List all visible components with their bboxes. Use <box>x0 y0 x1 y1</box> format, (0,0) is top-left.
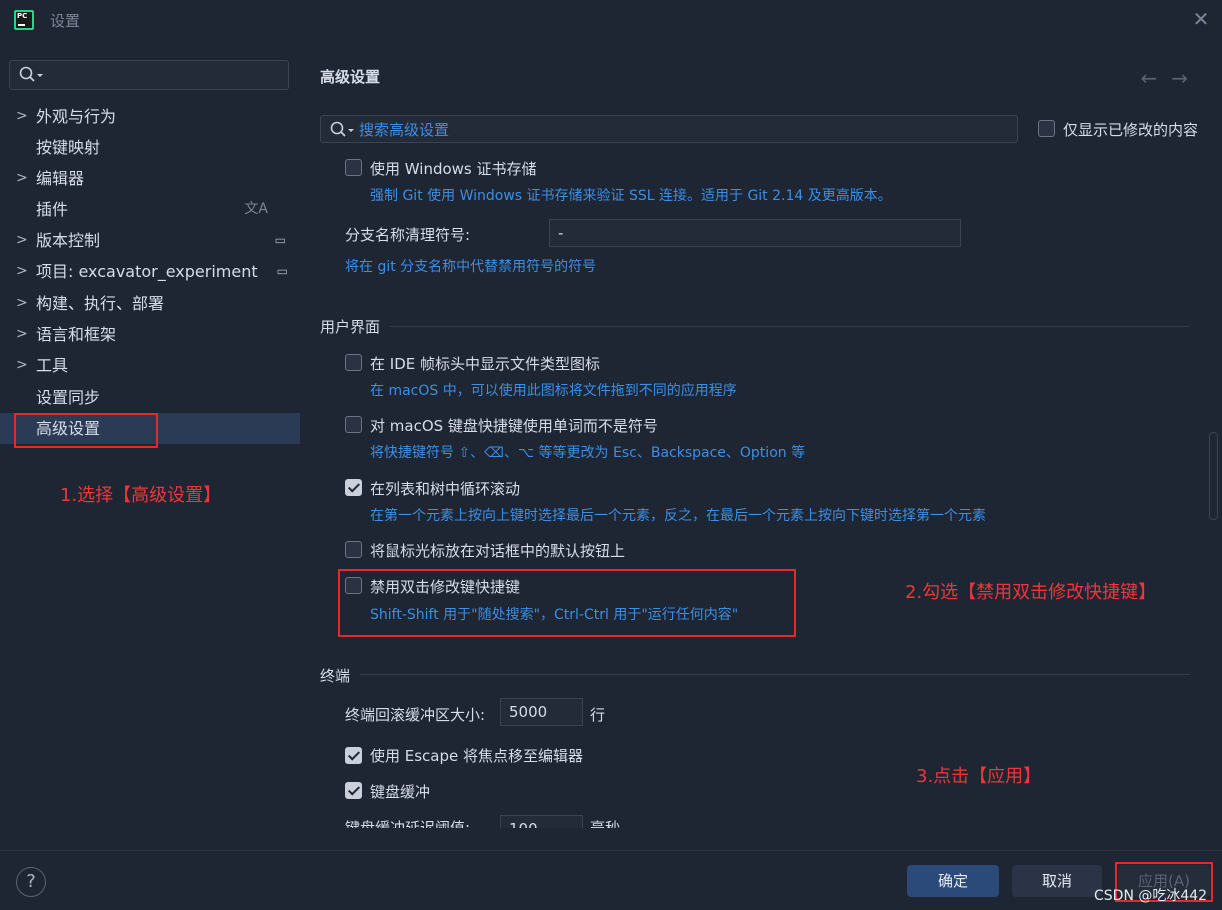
window-title: 设置 <box>50 12 81 30</box>
mouse-default-button-checkbox[interactable] <box>345 541 362 558</box>
chevron-right-icon: > <box>16 170 28 186</box>
file-type-icon-label: 在 IDE 帧标头中显示文件类型图标 <box>370 355 600 373</box>
scrollbar[interactable] <box>1209 432 1218 520</box>
keyboard-buffer-label: 键盘缓冲 <box>370 783 431 801</box>
terminal-buffer-unit: 行 <box>590 706 606 724</box>
sidebar-item-settings-sync[interactable]: 设置同步 <box>0 382 300 413</box>
keyboard-delay-label: 键盘缓冲延迟阈值: <box>345 819 471 828</box>
settings-content: 高级设置 ←→ 搜索高级设置 仅显示已修改的内容 使用 Windows 证书存储… <box>300 42 1222 850</box>
annotation-step2: 2.勾选【禁用双击修改快捷键】 <box>905 582 1157 603</box>
branch-cleanup-desc: 将在 git 分支名称中代替禁用符号的符号 <box>345 259 597 275</box>
sidebar-item-project[interactable]: > 项目: excavator_experiment ▭ <box>0 256 300 287</box>
keyboard-delay-input[interactable]: 100 <box>500 815 583 828</box>
sidebar-item-keymap[interactable]: 按键映射 <box>0 132 300 163</box>
chevron-right-icon: > <box>16 357 28 373</box>
section-title-ui: 用户界面 <box>320 318 381 336</box>
sidebar-item-editor[interactable]: > 编辑器 <box>0 163 300 194</box>
keyboard-buffer-checkbox[interactable] <box>345 782 362 799</box>
annotation-step1: 1.选择【高级设置】 <box>60 485 222 506</box>
terminal-buffer-input[interactable]: 5000 <box>500 698 583 726</box>
windows-cert-checkbox[interactable] <box>345 159 362 176</box>
section-title-terminal: 终端 <box>320 667 351 685</box>
chevron-right-icon: > <box>16 232 28 248</box>
pycharm-app-icon: PC <box>14 10 34 30</box>
dialog-footer: ? 确定 取消 应用(A) CSDN @吃冰442 <box>0 850 1222 910</box>
search-icon <box>330 121 354 137</box>
history-nav: ←→ <box>1140 66 1202 90</box>
macos-words-checkbox[interactable] <box>345 416 362 433</box>
file-type-icon-checkbox[interactable] <box>345 354 362 371</box>
back-arrow-icon[interactable]: ← <box>1140 66 1171 90</box>
sidebar-item-vcs[interactable]: > 版本控制 ▭ <box>0 225 300 256</box>
watermark: CSDN @吃冰442 <box>1094 888 1208 904</box>
escape-focus-checkbox[interactable] <box>345 747 362 764</box>
sidebar-item-tools[interactable]: > 工具 <box>0 350 300 381</box>
macos-words-label: 对 macOS 键盘快捷键使用单词而不是符号 <box>370 417 658 435</box>
page-title: 高级设置 <box>320 68 381 86</box>
section-divider <box>360 674 1190 675</box>
windows-cert-desc: 强制 Git 使用 Windows 证书存储来验证 SSL 连接。适用于 Git… <box>370 188 892 204</box>
mouse-default-button-label: 将鼠标光标放在对话框中的默认按钮上 <box>370 542 626 560</box>
translate-icon: 文A <box>244 201 268 217</box>
chevron-right-icon: > <box>16 263 28 279</box>
cyclic-scroll-desc: 在第一个元素上按向上键时选择最后一个元素，反之，在最后一个元素上按向下键时选择第… <box>370 508 986 524</box>
file-type-icon-desc: 在 macOS 中，可以使用此图标将文件拖到不同的应用程序 <box>370 383 737 399</box>
sidebar-item-build[interactable]: > 构建、执行、部署 <box>0 288 300 319</box>
chevron-right-icon: > <box>16 108 28 124</box>
project-level-icon: ▭ <box>276 264 288 278</box>
branch-cleanup-label: 分支名称清理符号: <box>345 226 471 244</box>
sidebar-item-plugins[interactable]: 插件 文A <box>0 194 300 225</box>
windows-cert-label: 使用 Windows 证书存储 <box>370 160 537 178</box>
search-icon <box>19 66 43 82</box>
annotation-box-advanced-settings <box>14 413 158 448</box>
escape-focus-label: 使用 Escape 将焦点移至编辑器 <box>370 747 584 765</box>
sidebar-search-input[interactable] <box>9 60 289 90</box>
search-placeholder: 搜索高级设置 <box>359 121 450 139</box>
section-divider <box>390 326 1190 327</box>
chevron-right-icon: > <box>16 295 28 311</box>
terminal-buffer-label: 终端回滚缓冲区大小: <box>345 706 486 724</box>
help-button[interactable]: ? <box>16 867 46 897</box>
forward-arrow-icon[interactable]: → <box>1171 66 1202 90</box>
modified-only-checkbox[interactable] <box>1038 120 1055 137</box>
cancel-button[interactable]: 取消 <box>1012 865 1102 897</box>
cyclic-scroll-checkbox[interactable] <box>345 479 362 496</box>
modified-only-label: 仅显示已修改的内容 <box>1063 121 1199 139</box>
branch-cleanup-input[interactable]: - <box>549 219 961 247</box>
advanced-settings-search-input[interactable]: 搜索高级设置 <box>320 115 1018 143</box>
close-icon[interactable]: ✕ <box>1190 8 1212 30</box>
clipped-row: 键盘缓冲延迟阈值: 100 毫秒 <box>300 810 1222 828</box>
sidebar-item-appearance[interactable]: > 外观与行为 <box>0 101 300 132</box>
ok-button[interactable]: 确定 <box>907 865 999 897</box>
annotation-box-disable-double-modifier <box>338 569 796 637</box>
cyclic-scroll-label: 在列表和树中循环滚动 <box>370 480 521 498</box>
project-level-icon: ▭ <box>274 233 286 247</box>
annotation-step3: 3.点击【应用】 <box>916 766 1042 787</box>
sidebar-item-languages[interactable]: > 语言和框架 <box>0 319 300 350</box>
title-bar: PC 设置 ✕ <box>0 0 1222 42</box>
keyboard-delay-unit: 毫秒 <box>590 819 621 828</box>
chevron-right-icon: > <box>16 326 28 342</box>
macos-words-desc: 将快捷键符号 ⇧、⌫、⌥ 等等更改为 Esc、Backspace、Option … <box>370 445 806 461</box>
